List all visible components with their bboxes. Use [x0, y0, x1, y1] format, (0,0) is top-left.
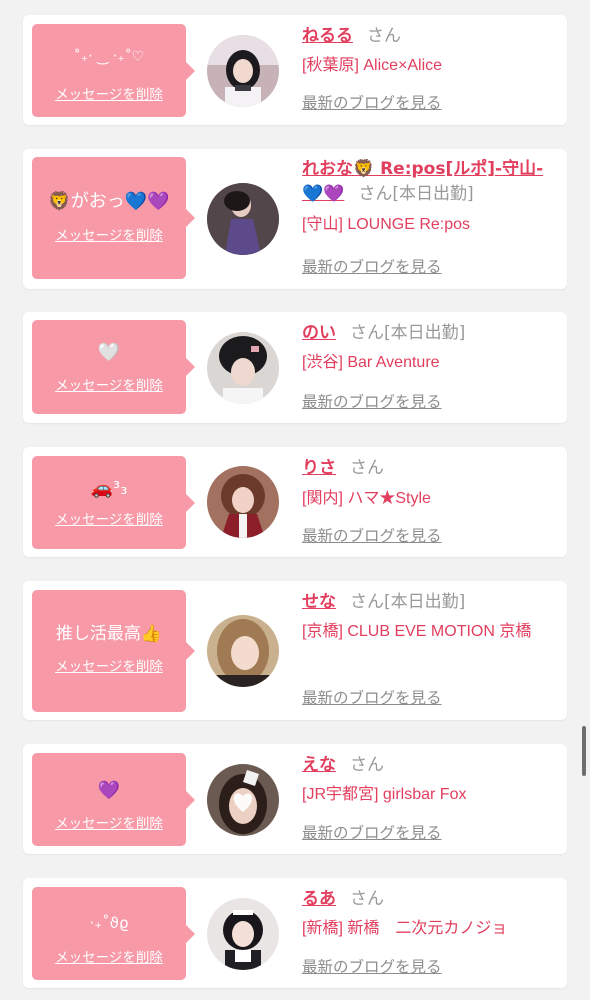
message-text: 🤍	[97, 342, 121, 363]
message-bubble: 🦁がおっ💙💜 メッセージを削除	[32, 157, 195, 279]
message-bubble: ‧₊˚ϑϱ メッセージを削除	[32, 887, 195, 980]
message-bubble: 🤍 メッセージを削除	[32, 320, 195, 414]
name-line: りさ さん	[302, 456, 564, 481]
name-link[interactable]: ねるる	[302, 26, 353, 46]
card-info: せな さん[本日出勤] [京橋] CLUB EVE MOTION 京橋	[302, 590, 564, 644]
avatar[interactable]	[207, 898, 279, 970]
card-info: えな さん [JR宇都宮] girlsbar Fox	[302, 753, 564, 807]
shop-name: [秋葉原] Alice×Alice	[302, 57, 443, 74]
name-line: せな さん[本日出勤]	[302, 590, 564, 615]
avatar[interactable]	[207, 466, 279, 538]
status-badge: [本日出勤]	[384, 323, 466, 343]
honorific: さん	[350, 458, 384, 478]
message-text: 🦁がおっ💙💜	[48, 191, 170, 212]
avatar[interactable]	[207, 35, 279, 107]
name-line: ねるる さん	[302, 24, 564, 49]
shop-name: [守山] LOUNGE Re:pos	[302, 216, 471, 233]
message-card: 🦁がおっ💙💜 メッセージを削除 れおな🦁 Re:pos[ルポ]-守山-💙💜 さん[…	[23, 149, 567, 289]
card-info: りさ さん [関内] ハマ★Style	[302, 456, 564, 511]
delete-message-link[interactable]: メッセージを削除	[32, 816, 186, 832]
shop-name: [京橋] CLUB EVE MOTION 京橋	[302, 623, 532, 640]
avatar[interactable]	[207, 183, 279, 255]
shop-name: [新橋] 新橋 二次元カノジョ	[302, 920, 508, 937]
honorific: さん	[350, 755, 384, 775]
honorific: さん	[367, 26, 401, 46]
name-link[interactable]: えな	[302, 755, 336, 775]
blog-link[interactable]: 最新のブログを見る	[302, 257, 442, 277]
avatar[interactable]	[207, 615, 279, 687]
blog-link[interactable]: 最新のブログを見る	[302, 688, 442, 708]
message-text: 💜	[97, 780, 121, 801]
shop-name: [関内] ハマ★Style	[302, 490, 431, 507]
name-link[interactable]: るあ	[302, 889, 336, 909]
message-card: 💜 メッセージを削除 えな さん [JR宇都宮] girlsbar Fox 最新の…	[23, 744, 567, 854]
name-link[interactable]: りさ	[302, 458, 336, 478]
blog-link[interactable]: 最新のブログを見る	[302, 823, 442, 843]
name-line: のい さん[本日出勤]	[302, 321, 564, 346]
message-text: 推し活最高👍	[55, 624, 163, 644]
message-text: ˚₊‧ ‿ ‧₊˚♡	[73, 49, 145, 65]
delete-message-link[interactable]: メッセージを削除	[32, 950, 186, 966]
blog-link[interactable]: 最新のブログを見る	[302, 392, 442, 412]
delete-message-link[interactable]: メッセージを削除	[32, 378, 186, 394]
message-card: ‧₊˚ϑϱ メッセージを削除 るあ さん [新橋] 新橋 二次元カノジョ 最新のブ…	[23, 878, 567, 988]
shop-name: [JR宇都宮] girlsbar Fox	[302, 786, 467, 803]
name-link[interactable]: のい	[302, 323, 336, 343]
avatar[interactable]	[207, 332, 279, 404]
delete-message-link[interactable]: メッセージを削除	[32, 228, 186, 244]
honorific: さん	[350, 323, 384, 343]
blog-link[interactable]: 最新のブログを見る	[302, 93, 442, 113]
card-info: のい さん[本日出勤] [渋谷] Bar Aventure	[302, 321, 564, 375]
shop-name: [渋谷] Bar Aventure	[302, 354, 440, 371]
honorific: さん	[350, 592, 384, 612]
card-info: るあ さん [新橋] 新橋 二次元カノジョ	[302, 887, 564, 941]
message-card: 🚗³₃ メッセージを削除 りさ さん [関内] ハマ★Style 最新のブログを見…	[23, 447, 567, 557]
blog-link[interactable]: 最新のブログを見る	[302, 957, 442, 977]
name-line: るあ さん	[302, 887, 564, 912]
message-bubble: 💜 メッセージを削除	[32, 753, 195, 846]
card-info: れおな🦁 Re:pos[ルポ]-守山-💙💜 さん[本日出勤] [守山] LOUNG…	[302, 157, 564, 237]
message-text: 🚗³₃	[90, 478, 128, 499]
delete-message-link[interactable]: メッセージを削除	[32, 512, 186, 528]
honorific: さん	[350, 889, 384, 909]
scrollbar[interactable]	[582, 726, 586, 776]
message-bubble: ˚₊‧ ‿ ‧₊˚♡ メッセージを削除	[32, 24, 195, 117]
delete-message-link[interactable]: メッセージを削除	[32, 659, 186, 675]
message-card: 🤍 メッセージを削除 のい さん[本日出勤] [渋谷] Bar Aventure …	[23, 312, 567, 423]
message-bubble: 🚗³₃ メッセージを削除	[32, 456, 195, 549]
avatar[interactable]	[207, 764, 279, 836]
delete-message-link[interactable]: メッセージを削除	[32, 87, 186, 103]
blog-link[interactable]: 最新のブログを見る	[302, 526, 442, 546]
name-link[interactable]: せな	[302, 592, 336, 612]
status-badge: [本日出勤]	[392, 184, 474, 204]
card-info: ねるる さん [秋葉原] Alice×Alice	[302, 24, 564, 78]
message-card: ˚₊‧ ‿ ‧₊˚♡ メッセージを削除 ねるる さん [秋葉原] Alice×Al…	[23, 15, 567, 125]
name-line: れおな🦁 Re:pos[ルポ]-守山-💙💜 さん[本日出勤]	[302, 157, 564, 207]
message-card: 推し活最高👍 メッセージを削除 せな さん[本日出勤] [京橋] CLUB EVE…	[23, 581, 567, 720]
message-text: ‧₊˚ϑϱ	[89, 914, 129, 932]
message-bubble: 推し活最高👍 メッセージを削除	[32, 590, 195, 712]
honorific: さん	[358, 184, 393, 204]
name-line: えな さん	[302, 753, 564, 778]
status-badge: [本日出勤]	[384, 592, 466, 612]
